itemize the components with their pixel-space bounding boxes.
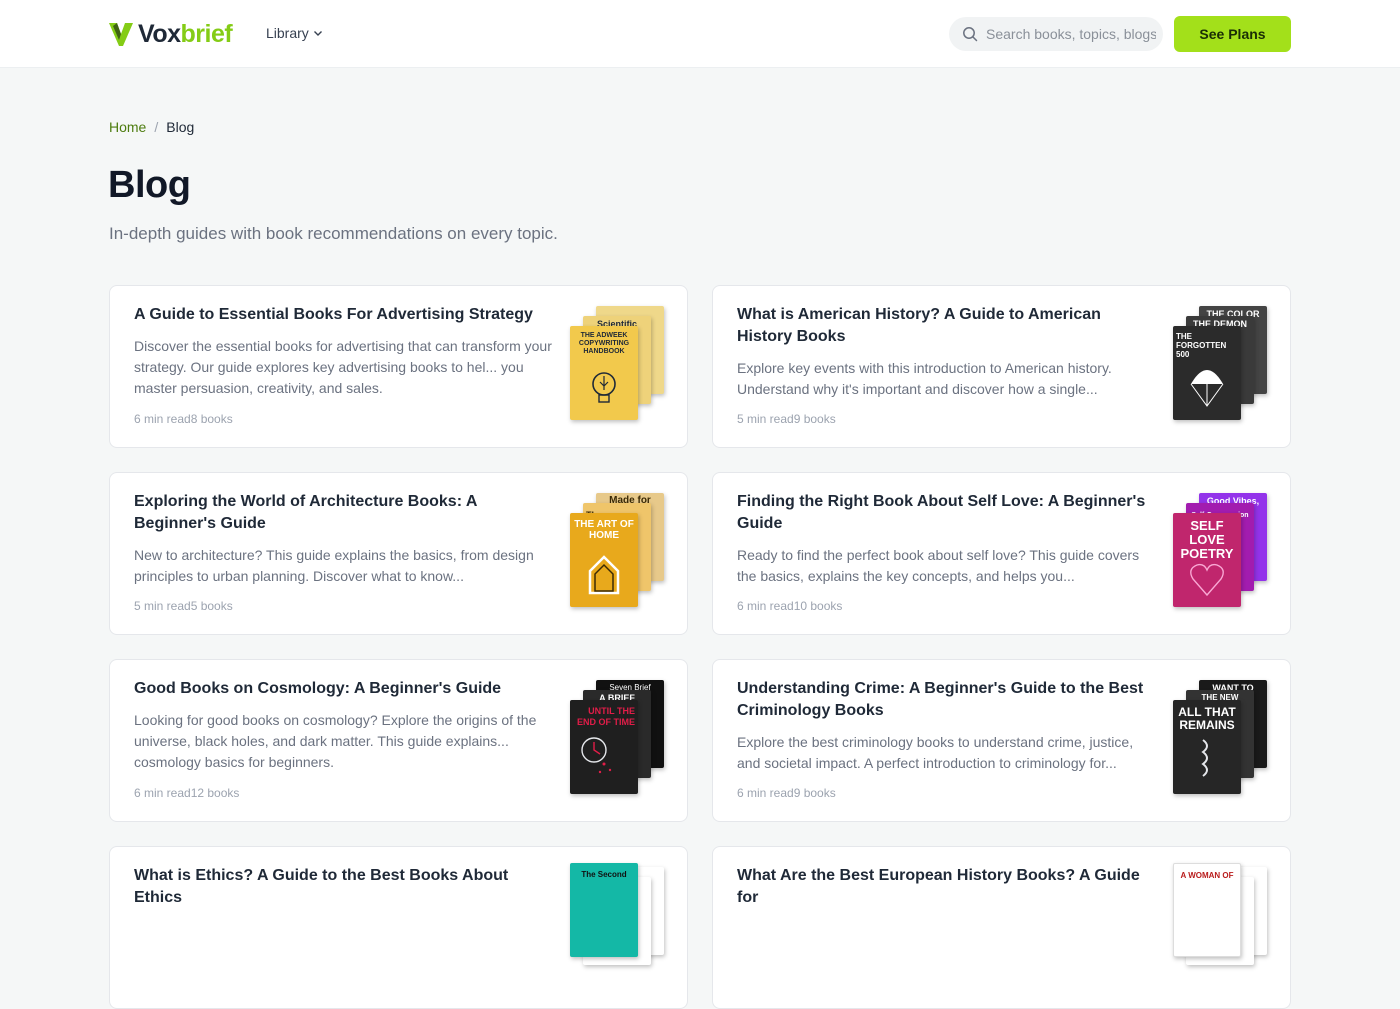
blog-card-ethics[interactable]: What is Ethics? A Guide to the Best Book…	[109, 846, 688, 1009]
see-plans-button[interactable]: See Plans	[1174, 16, 1291, 52]
logo-text-vox: Vox	[138, 20, 181, 48]
book-cover-stack: Scientific THE ADWEEK COPYWRITING HANDBO…	[570, 306, 666, 426]
library-menu[interactable]: Library	[266, 25, 323, 41]
book-cover-stack: THE COLOR THE DEMON THE FORGOTTEN 500	[1173, 306, 1269, 426]
book-cover-stack: WANT TO THE NEW ALL THAT REMAINS	[1173, 680, 1269, 800]
logo-text-brief: brief	[180, 20, 233, 48]
blog-card-cosmology[interactable]: Good Books on Cosmology: A Beginner's Gu…	[109, 659, 688, 822]
breadcrumb-separator: /	[154, 119, 159, 135]
page-subtitle: In-depth guides with book recommendation…	[109, 224, 558, 243]
blog-card-european-history[interactable]: What Are the Best European History Books…	[712, 846, 1291, 1009]
book-cover-stack: Seven Brief A BRIEF UNTIL THE END OF TIM…	[570, 680, 666, 800]
blog-card-meta: 6 min read10 books	[737, 599, 843, 613]
blog-card-title: A Guide to Essential Books For Advertisi…	[134, 306, 533, 323]
blog-card-criminology[interactable]: Understanding Crime: A Beginner's Guide …	[712, 659, 1291, 822]
search-input[interactable]	[986, 26, 1156, 42]
book-cover: The Second	[570, 863, 638, 957]
breadcrumb: Home / Blog	[109, 119, 194, 135]
book-cover: ALL THAT REMAINS	[1173, 700, 1241, 794]
blog-card-description: New to architecture? This guide explains…	[134, 547, 534, 584]
blog-card-title: Good Books on Cosmology: A Beginner's Gu…	[134, 680, 502, 697]
breadcrumb-current: Blog	[166, 119, 195, 135]
blog-card-meta: 6 min read12 books	[134, 786, 240, 800]
breadcrumb-home-link[interactable]: Home	[109, 119, 146, 135]
blog-card-architecture[interactable]: Exploring the World of Architecture Book…	[109, 472, 688, 635]
blog-card-description: Explore the best criminology books to un…	[737, 734, 1134, 771]
book-cover-stack: Good Vibes, Self-Compassion SELF LOVE PO…	[1173, 493, 1269, 613]
book-cover-stack: Made for The THE ART OF HOME	[570, 493, 666, 613]
book-cover: THE ADWEEK COPYWRITING HANDBOOK	[570, 326, 638, 420]
lightbulb-icon	[592, 372, 616, 403]
search-box[interactable]	[949, 17, 1163, 51]
blog-card-description: Explore key events with this introductio…	[737, 360, 1112, 397]
parachute-icon	[1190, 370, 1224, 407]
blog-card-american-history[interactable]: What is American History? A Guide to Ame…	[712, 285, 1291, 448]
blog-card-description: Looking for good books on cosmology? Exp…	[134, 712, 537, 770]
book-cover: THE FORGOTTEN 500	[1173, 326, 1241, 420]
chevron-down-icon	[313, 31, 322, 36]
book-cover-stack: The Second	[570, 863, 666, 987]
blog-card-title: Exploring the World of Architecture Book…	[134, 493, 477, 532]
top-header: Voxbrief Library See Plans	[0, 0, 1400, 68]
blog-card-description: Discover the essential books for adverti…	[134, 338, 552, 396]
blog-card-title: Understanding Crime: A Beginner's Guide …	[737, 680, 1144, 719]
blog-card-title: Finding the Right Book About Self Love: …	[737, 493, 1146, 532]
blog-card-meta: 6 min read8 books	[134, 412, 233, 426]
book-cover: THE ART OF HOME	[570, 513, 638, 607]
voxbrief-logo[interactable]: Voxbrief	[108, 19, 233, 49]
blog-card-description: Ready to find the perfect book about sel…	[737, 547, 1140, 584]
logo-v-icon	[109, 23, 133, 46]
book-cover-stack: A WOMAN OF	[1173, 863, 1269, 987]
blog-card-meta: 6 min read9 books	[737, 786, 836, 800]
page-title: Blog	[108, 164, 191, 206]
blog-card-title: What is American History? A Guide to Ame…	[737, 306, 1101, 345]
clock-icon	[581, 737, 612, 774]
blog-card-title: What Are the Best European History Books…	[737, 867, 1140, 906]
spine-icon	[1201, 739, 1208, 777]
book-cover: SELF LOVE POETRY	[1173, 513, 1241, 607]
book-cover-title: A WOMAN OF	[1180, 871, 1234, 880]
search-icon	[963, 27, 978, 42]
house-icon	[588, 555, 620, 595]
blog-card-meta: 5 min read5 books	[134, 599, 233, 613]
book-cover: A WOMAN OF	[1173, 863, 1241, 957]
blog-card-advertising[interactable]: A Guide to Essential Books For Advertisi…	[109, 285, 688, 448]
blog-card-meta: 5 min read9 books	[737, 412, 836, 426]
book-cover: UNTIL THE END OF TIME	[570, 700, 638, 794]
blog-card-title: What is Ethics? A Guide to the Best Book…	[134, 867, 509, 906]
heart-icon	[1190, 563, 1224, 597]
blog-card-self-love[interactable]: Finding the Right Book About Self Love: …	[712, 472, 1291, 635]
library-menu-label: Library	[266, 25, 309, 41]
